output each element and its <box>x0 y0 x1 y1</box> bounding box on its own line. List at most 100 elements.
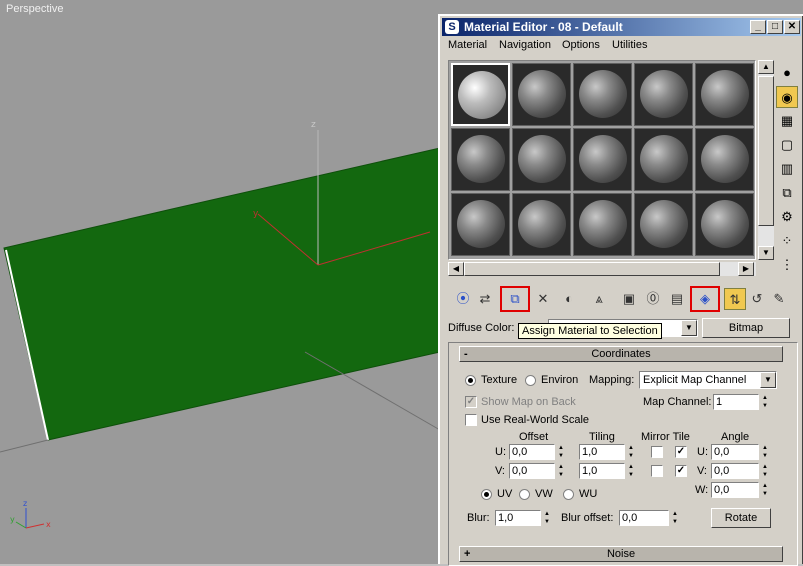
material-slot[interactable] <box>451 193 510 256</box>
material-slot[interactable] <box>573 193 632 256</box>
scroll-right-icon[interactable]: ▶ <box>738 262 754 276</box>
scroll-thumb[interactable] <box>758 76 774 226</box>
video-color-check-icon[interactable]: ▥ <box>776 158 798 180</box>
offset-u-input[interactable]: 0,0 <box>509 444 555 460</box>
maximize-button[interactable]: □ <box>767 20 783 34</box>
show-map-in-viewport-icon[interactable]: ▤ <box>666 288 688 310</box>
options-icon[interactable]: ⚙ <box>776 206 798 228</box>
coordinates-rollout-header[interactable]: - Coordinates <box>459 346 783 362</box>
material-slot[interactable] <box>634 63 693 126</box>
sample-uv-tiling-icon[interactable]: ▢ <box>776 134 798 156</box>
bitmap-button[interactable]: Bitmap <box>702 318 790 338</box>
material-slot[interactable] <box>512 193 571 256</box>
reset-map-icon[interactable]: ✕ <box>532 288 554 310</box>
material-slot[interactable] <box>573 128 632 191</box>
title-bar[interactable]: S Material Editor - 08 - Default _ □ ✕ <box>442 18 801 36</box>
texture-radio[interactable] <box>465 375 476 386</box>
tiling-u-spinner-icon[interactable]: ▲ ▼ <box>627 444 635 460</box>
blur-spinner-icon[interactable]: ▲ ▼ <box>543 510 551 526</box>
make-unique-icon[interactable]: ⩓ <box>588 288 610 310</box>
minimize-button[interactable]: _ <box>750 20 766 34</box>
scroll-up-icon[interactable]: ▲ <box>758 60 774 74</box>
go-forward-to-sibling-icon[interactable]: ↺ <box>746 288 768 310</box>
offset-v-input[interactable]: 0,0 <box>509 463 555 479</box>
material-slot[interactable] <box>573 63 632 126</box>
offset-header: Offset <box>519 431 549 443</box>
blur-offset-spinner-icon[interactable]: ▲ ▼ <box>671 510 679 526</box>
menu-options[interactable]: Options <box>562 39 600 51</box>
material-toolbar: ⦿ ⇄ ⧉ ✕ ◐ ⩓ ▣ ⓪ ▤ ◈ ⇅ ↺ ✎ <box>448 286 798 312</box>
close-button[interactable]: ✕ <box>784 20 800 34</box>
scroll-left-icon[interactable]: ◀ <box>448 262 464 276</box>
material-map-navigator-icon[interactable]: ⋮ <box>776 254 798 276</box>
scroll-thumb[interactable] <box>464 262 720 276</box>
dropdown-arrow-icon[interactable]: ▼ <box>760 372 776 388</box>
blur-offset-input[interactable]: 0,0 <box>619 510 669 526</box>
mapping-dropdown[interactable]: Explicit Map Channel ▼ <box>639 371 777 389</box>
material-slot[interactable] <box>512 63 571 126</box>
mirror-v-checkbox[interactable] <box>651 465 663 477</box>
use-real-world-scale-checkbox[interactable] <box>465 414 477 426</box>
material-slot[interactable] <box>695 128 754 191</box>
select-by-material-icon[interactable]: ⁘ <box>776 230 798 252</box>
material-slot[interactable] <box>634 193 693 256</box>
blur-input[interactable]: 1,0 <box>495 510 541 526</box>
tile-u-checkbox[interactable]: ✓ <box>675 446 687 458</box>
make-material-copy-icon[interactable]: ◐ <box>558 288 580 310</box>
mirror-u-checkbox[interactable] <box>651 446 663 458</box>
pick-material-from-object-icon[interactable]: ✎ <box>768 288 790 310</box>
menu-navigation[interactable]: Navigation <box>499 39 551 51</box>
make-preview-icon[interactable]: ⧉ <box>776 182 798 204</box>
menu-utilities[interactable]: Utilities <box>612 39 647 51</box>
scroll-down-icon[interactable]: ▼ <box>758 246 774 260</box>
material-slot[interactable] <box>451 128 510 191</box>
show-end-result-button[interactable]: ◈ <box>690 286 720 312</box>
material-slot[interactable] <box>451 63 510 126</box>
angle-v-input[interactable]: 0,0 <box>711 463 759 479</box>
angle-v-spinner-icon[interactable]: ▲ ▼ <box>761 463 769 479</box>
tiling-u-input[interactable]: 1,0 <box>579 444 625 460</box>
put-material-to-scene-icon[interactable]: ⇄ <box>474 288 496 310</box>
dropdown-arrow-icon[interactable]: ▼ <box>681 320 697 336</box>
menu-material[interactable]: Material <box>448 39 487 51</box>
vw-radio[interactable] <box>519 489 530 500</box>
material-editor-window[interactable]: S Material Editor - 08 - Default _ □ ✕ M… <box>438 14 803 566</box>
rotate-button[interactable]: Rotate <box>711 508 771 528</box>
sample-type-icon[interactable]: ● <box>776 62 798 84</box>
show-map-on-back-checkbox[interactable]: ✓ <box>465 396 477 408</box>
material-slot[interactable] <box>512 128 571 191</box>
svg-text:z: z <box>311 120 316 130</box>
sphere-preview <box>579 135 627 183</box>
angle-u-spinner-icon[interactable]: ▲ ▼ <box>761 444 769 460</box>
sphere-preview <box>640 70 688 118</box>
map-channel-input[interactable]: 1 <box>713 394 759 410</box>
tiling-v-spinner-icon[interactable]: ▲ ▼ <box>627 463 635 479</box>
tiling-v-input[interactable]: 1,0 <box>579 463 625 479</box>
background-checker-icon[interactable]: ▦ <box>776 110 798 132</box>
blur-label: Blur: <box>467 512 490 524</box>
uv-radio[interactable] <box>481 489 492 500</box>
get-material-icon[interactable]: ⦿ <box>452 288 474 310</box>
material-slot[interactable] <box>695 193 754 256</box>
vw-label: VW <box>535 488 553 500</box>
noise-rollout-header[interactable]: + Noise <box>459 546 783 562</box>
slots-horizontal-scrollbar[interactable]: ◀ ▶ <box>448 262 756 276</box>
angle-u-input[interactable]: 0,0 <box>711 444 759 460</box>
angle-w-input[interactable]: 0,0 <box>711 482 759 498</box>
backlight-icon[interactable]: ◉ <box>776 86 798 108</box>
environ-radio[interactable] <box>525 375 536 386</box>
offset-u-spinner-icon[interactable]: ▲ ▼ <box>557 444 565 460</box>
go-to-parent-icon[interactable]: ⇅ <box>724 288 746 310</box>
slots-vertical-scrollbar[interactable]: ▲ ▼ <box>758 60 774 260</box>
material-slot[interactable] <box>634 128 693 191</box>
assign-material-to-selection-button[interactable]: ⧉ <box>500 286 530 312</box>
tile-v-checkbox[interactable]: ✓ <box>675 465 687 477</box>
map-channel-spinner-icon[interactable]: ▲ ▼ <box>761 394 769 410</box>
material-effects-channel-icon[interactable]: ⓪ <box>642 288 664 310</box>
wu-radio[interactable] <box>563 489 574 500</box>
put-to-library-icon[interactable]: ▣ <box>618 288 640 310</box>
angle-w-spinner-icon[interactable]: ▲ ▼ <box>761 482 769 498</box>
offset-v-spinner-icon[interactable]: ▲ ▼ <box>557 463 565 479</box>
material-slot[interactable] <box>695 63 754 126</box>
svg-text:y: y <box>253 209 259 219</box>
